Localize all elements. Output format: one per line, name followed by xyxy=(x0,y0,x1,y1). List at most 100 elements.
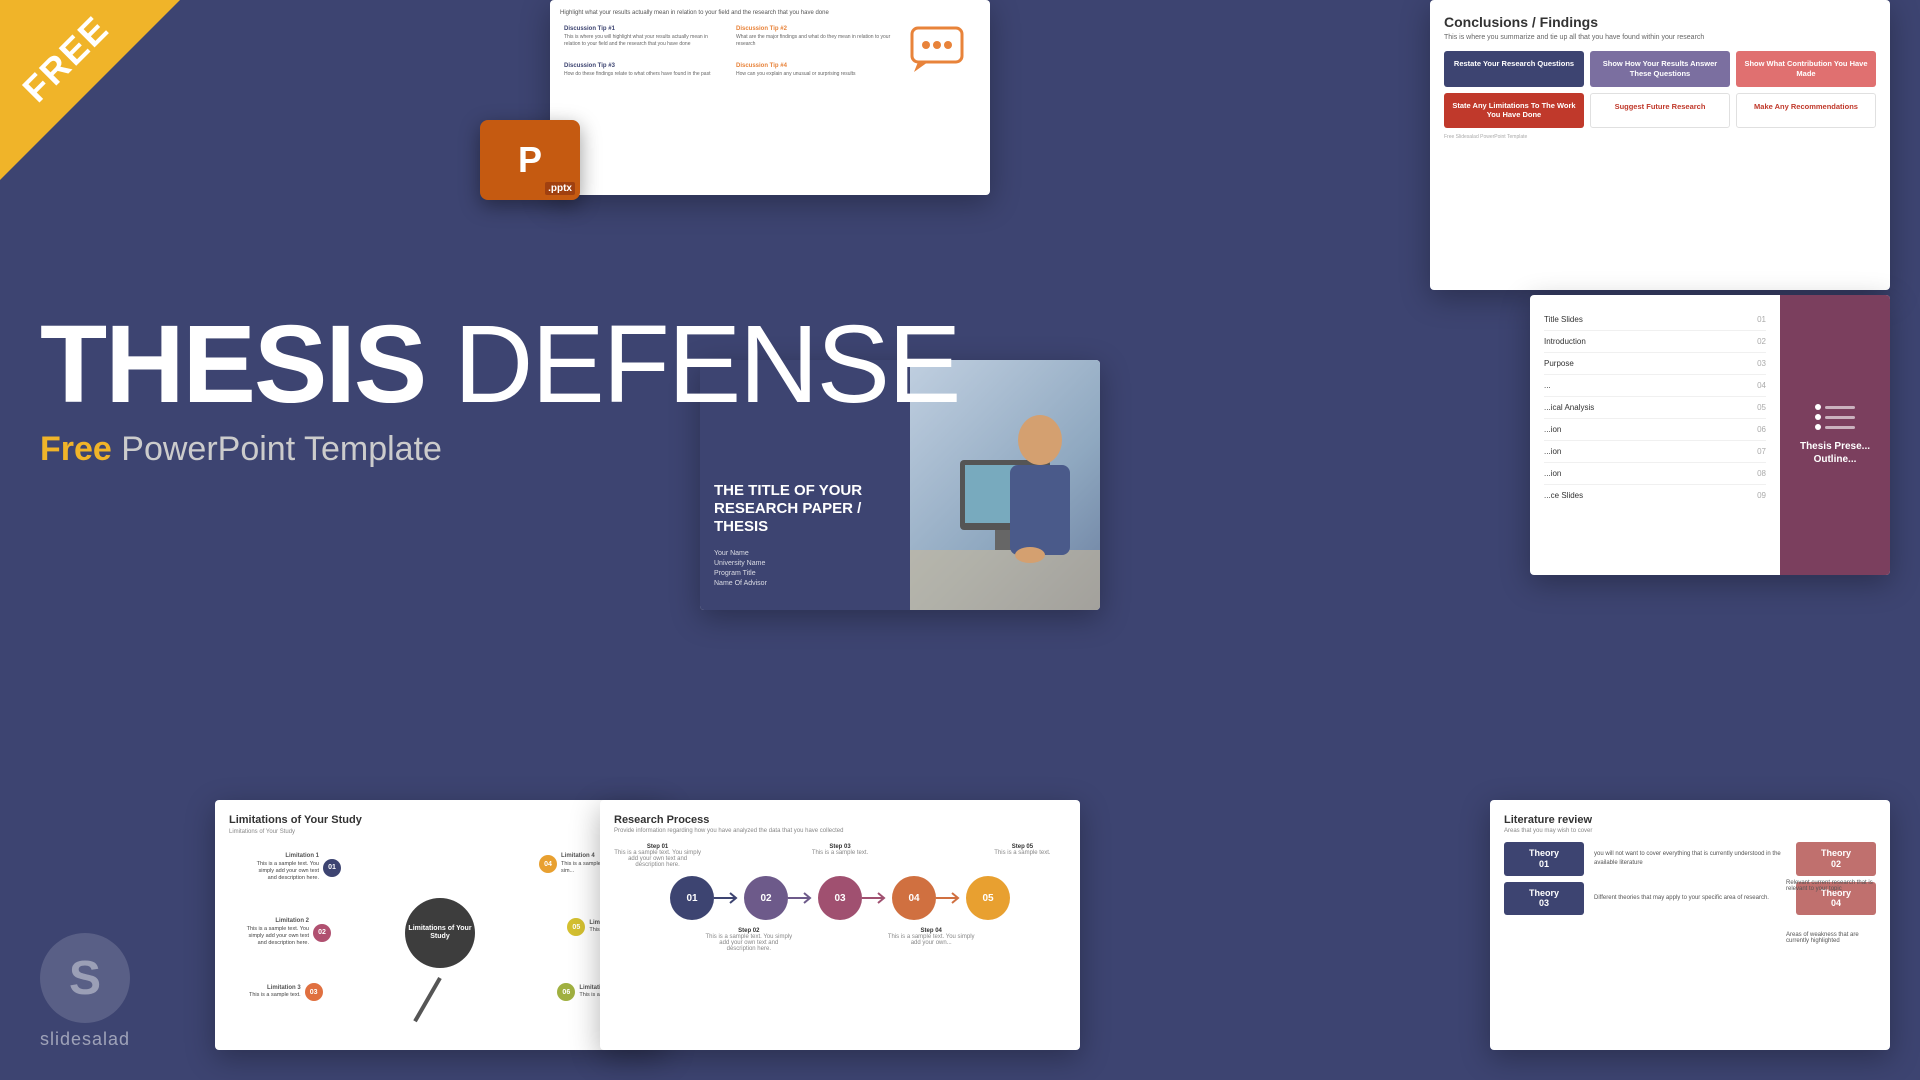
lim-label-3: Limitation 3 xyxy=(249,985,301,993)
toc-row-5: ...ical Analysis 05 xyxy=(1544,397,1766,419)
slide-limitations: Limitations of Your Study Limitations of… xyxy=(215,800,665,1050)
lim-num-4: 04 xyxy=(539,855,557,873)
toc-label-4: ... xyxy=(1544,381,1551,390)
toc-label-7: ...ion xyxy=(1544,447,1561,456)
main-title-block: THESIS DEFENSE Free PowerPoint Template xyxy=(40,310,959,469)
step-circle-3: 03 xyxy=(818,876,862,920)
research-subtitle: Provide information regarding how you ha… xyxy=(614,828,1066,834)
logo-letter: S xyxy=(69,951,101,1006)
tip3-body: How do these findings relate to what oth… xyxy=(564,71,724,78)
limitations-title: Limitations of Your Study xyxy=(229,814,651,826)
slide-conclusions: Conclusions / Findings This is where you… xyxy=(1430,0,1890,290)
toc-label-6: ...ion xyxy=(1544,425,1561,434)
conc-box-2: Show How Your Results Answer These Quest… xyxy=(1590,51,1730,87)
limitations-center: Limitations of Your Study xyxy=(405,898,475,968)
toc-row-3: Purpose 03 xyxy=(1544,353,1766,375)
toc-row-1: Title Slides 01 xyxy=(1544,309,1766,331)
toc-num-5: 05 xyxy=(1757,403,1766,412)
toc-row-8: ...ion 08 xyxy=(1544,463,1766,485)
conc-box-6: Make Any Recommendations xyxy=(1736,93,1876,129)
toc-right-title: Thesis Prese...Outline... xyxy=(1800,440,1870,466)
tip4-body: How can you explain any unusual or surpr… xyxy=(736,71,896,78)
chat-icon xyxy=(900,22,980,85)
ppt-icon: P .pptx xyxy=(480,120,590,210)
toc-row-6: ...ion 06 xyxy=(1544,419,1766,441)
toc-left: Title Slides 01 Introduction 02 Purpose … xyxy=(1530,295,1780,575)
lim-item-2: Limitation 2 This is a sample text. You … xyxy=(239,918,331,947)
title-card-university: University Name xyxy=(714,560,896,567)
theory-01-desc: you will not want to cover everything th… xyxy=(1590,842,1790,876)
conc-box-1: Restate Your Research Questions xyxy=(1444,51,1584,87)
toc-num-2: 02 xyxy=(1757,337,1766,346)
lim-num-1: 01 xyxy=(323,859,341,877)
toc-num-1: 01 xyxy=(1757,315,1766,324)
subtitle: Free PowerPoint Template xyxy=(40,430,959,469)
title-card-heading: THE TITLE OF YOUR RESEARCH PAPER / THESI… xyxy=(714,482,896,536)
title-thesis: THESIS xyxy=(40,303,425,426)
subtitle-free: Free xyxy=(40,430,112,468)
lim-label-1: Limitation 1 xyxy=(249,853,319,861)
step-circle-5: 05 xyxy=(966,876,1010,920)
title-card-advisor: Name Of Advisor xyxy=(714,580,896,587)
conc-box-5: Suggest Future Research xyxy=(1590,93,1730,129)
toc-num-6: 06 xyxy=(1757,425,1766,434)
tip1-title: Discussion Tip #1 xyxy=(564,26,724,32)
lim-desc-2: This is a sample text. You simply add yo… xyxy=(239,926,309,947)
theory-03: Theory03 xyxy=(1504,882,1584,916)
toc-num-9: 09 xyxy=(1757,491,1766,500)
title-line1: THESIS DEFENSE xyxy=(40,310,959,420)
tip3-title: Discussion Tip #3 xyxy=(564,63,724,69)
tip-4: Discussion Tip #4 How can you explain an… xyxy=(732,59,900,85)
slide-research: Research Process Provide information reg… xyxy=(600,800,1080,1050)
slide-toc: Title Slides 01 Introduction 02 Purpose … xyxy=(1530,295,1890,575)
toc-row-2: Introduction 02 xyxy=(1544,331,1766,353)
subtitle-rest: PowerPoint Template xyxy=(112,430,442,468)
tip4-title: Discussion Tip #4 xyxy=(736,63,896,69)
lim-item-3: Limitation 3 This is a sample text. 03 xyxy=(249,983,323,1001)
conclusions-subtitle: This is where you summarize and tie up a… xyxy=(1444,34,1876,41)
lim-desc-1: This is a sample text. You simply add yo… xyxy=(249,861,319,882)
theory-03-desc: Different theories that may apply to you… xyxy=(1590,882,1790,916)
limitations-subtitle: Limitations of Your Study xyxy=(229,829,651,835)
limitations-center-text: Limitations of Your Study xyxy=(405,925,475,942)
logo-circle: S xyxy=(40,933,130,1023)
conclusions-footer: Free Slidesalad PowerPoint Template xyxy=(1444,134,1876,140)
tip2-title: Discussion Tip #2 xyxy=(736,26,896,32)
conclusions-title: Conclusions / Findings xyxy=(1444,14,1876,30)
tip2-body: What are the major findings and what do … xyxy=(736,34,896,47)
lim-num-5: 05 xyxy=(567,918,585,936)
toc-label-5: ...ical Analysis xyxy=(1544,403,1594,412)
conc-box-3: Show What Contribution You Have Made xyxy=(1736,51,1876,87)
lit-title: Literature review xyxy=(1504,814,1876,826)
tip-3: Discussion Tip #3 How do these findings … xyxy=(560,59,728,85)
toc-num-3: 03 xyxy=(1757,359,1766,368)
limitations-diagram: Limitations of Your Study Limitation 1 T… xyxy=(229,843,651,1023)
lim-num-6: 06 xyxy=(557,983,575,1001)
toc-num-8: 08 xyxy=(1757,469,1766,478)
toc-right: Thesis Prese...Outline... xyxy=(1780,295,1890,575)
conc-box-4: State Any Limitations To The Work You Ha… xyxy=(1444,93,1584,129)
lim-num-2: 02 xyxy=(313,924,331,942)
tip1-body: This is where you will highlight what yo… xyxy=(564,34,724,47)
slide-discussion: Highlight what your results actually mea… xyxy=(550,0,990,195)
lim-desc-3: This is a sample text. xyxy=(249,992,301,999)
step-circle-2: 02 xyxy=(744,876,788,920)
title-card-name: Your Name xyxy=(714,550,896,557)
step-circle-4: 04 xyxy=(892,876,936,920)
research-title: Research Process xyxy=(614,814,1066,826)
toc-num-4: 04 xyxy=(1757,381,1766,390)
toc-label-9: ...ce Slides xyxy=(1544,491,1583,500)
lim-num-3: 03 xyxy=(305,983,323,1001)
lim-item-1: Limitation 1 This is a sample text. You … xyxy=(249,853,341,882)
title-card-program: Program Title xyxy=(714,570,896,577)
tip-2: Discussion Tip #2 What are the major fin… xyxy=(732,22,900,55)
lim-label-2: Limitation 2 xyxy=(239,918,309,926)
toc-row-9: ...ce Slides 09 xyxy=(1544,485,1766,506)
toc-row-4: ... 04 xyxy=(1544,375,1766,397)
toc-label-2: Introduction xyxy=(1544,337,1586,346)
toc-icon xyxy=(1815,404,1855,430)
step-circle-1: 01 xyxy=(670,876,714,920)
ppt-p-letter: P xyxy=(518,139,542,181)
slide-literature: Literature review Areas that you may wis… xyxy=(1490,800,1890,1050)
tip-1: Discussion Tip #1 This is where you will… xyxy=(560,22,728,55)
